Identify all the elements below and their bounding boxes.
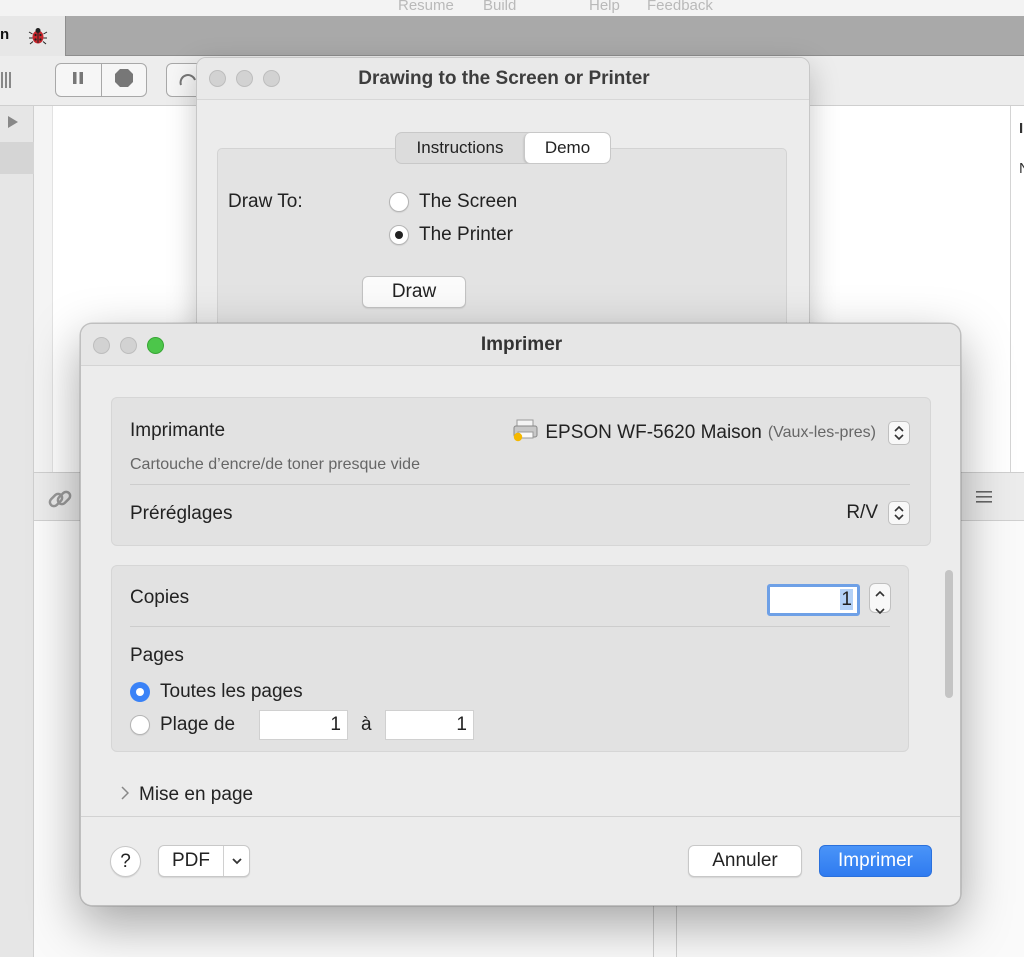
hamburger-menu-icon[interactable] bbox=[976, 490, 992, 508]
radio-the-screen[interactable]: The Screen bbox=[389, 191, 517, 213]
chevron-down-icon[interactable] bbox=[223, 846, 249, 876]
printer-name: EPSON WF-5620 Maison bbox=[545, 421, 762, 443]
library-icon[interactable] bbox=[0, 71, 12, 94]
range-label: Plage de bbox=[160, 714, 236, 735]
demo-tab-control: Instructions Demo bbox=[395, 132, 611, 164]
radio-button-unchecked[interactable] bbox=[130, 715, 150, 735]
printer-select[interactable]: EPSON WF-5620 Maison (Vaux-les-pres) bbox=[513, 418, 910, 447]
radio-the-screen-label: The Screen bbox=[419, 191, 518, 212]
radio-the-printer[interactable]: The Printer bbox=[389, 224, 513, 246]
all-pages-label: Toutes les pages bbox=[160, 681, 303, 702]
print-button[interactable]: Imprimer bbox=[819, 845, 932, 877]
run-controls bbox=[55, 63, 147, 97]
printer-card: Imprimante EPSON WF-5620 Maison (Vaux-le… bbox=[111, 397, 931, 546]
draw-button[interactable]: Draw bbox=[362, 276, 466, 308]
radio-button-checked[interactable] bbox=[389, 225, 409, 245]
minimize-button[interactable] bbox=[120, 337, 137, 354]
radio-button-checked[interactable] bbox=[130, 682, 150, 702]
print-dialog-footer: ? PDF Annuler Imprimer bbox=[81, 816, 960, 905]
radio-page-range[interactable]: Plage de bbox=[130, 714, 235, 736]
menu-help[interactable]: Help bbox=[589, 0, 620, 14]
layout-disclosure[interactable]: Mise en page bbox=[121, 784, 253, 806]
bug-icon bbox=[28, 27, 48, 50]
scrollbar-thumb[interactable] bbox=[945, 570, 953, 698]
range-to-input[interactable]: 1 bbox=[385, 710, 474, 740]
radio-the-printer-label: The Printer bbox=[419, 224, 513, 245]
range-to-label: à bbox=[361, 714, 372, 735]
presets-label: Préréglages bbox=[130, 503, 233, 524]
chevron-up-down-icon[interactable] bbox=[888, 420, 910, 445]
copies-pages-card: Copies 1 Pages Toutes les pages Plage de… bbox=[111, 565, 909, 752]
zoom-button[interactable] bbox=[263, 70, 280, 87]
copies-stepper[interactable] bbox=[869, 583, 891, 615]
navigator-sidebar bbox=[0, 106, 34, 957]
stop-button[interactable] bbox=[100, 64, 147, 96]
menu-bar: Resume Build Help Feedback bbox=[0, 0, 1024, 16]
pages-label: Pages bbox=[130, 645, 184, 666]
stop-icon bbox=[114, 68, 134, 93]
zoom-button[interactable] bbox=[147, 337, 164, 354]
close-button[interactable] bbox=[93, 337, 110, 354]
demo-window-controls bbox=[209, 70, 280, 87]
pause-button[interactable] bbox=[56, 64, 101, 96]
chevron-right-icon bbox=[121, 785, 130, 805]
ide-tab-label: n bbox=[0, 26, 10, 43]
printer-status: Cartouche d’encre/de toner presque vide bbox=[130, 456, 420, 473]
inspector-label-cut: I bbox=[1019, 120, 1024, 137]
copies-input[interactable]: 1 bbox=[767, 584, 860, 616]
menu-resume[interactable]: Resume bbox=[398, 0, 454, 14]
pdf-menu-button[interactable]: PDF bbox=[158, 845, 250, 877]
navigator-selected-row[interactable] bbox=[0, 142, 34, 174]
copies-value: 1 bbox=[840, 589, 853, 610]
ide-tab-bar: n bbox=[0, 16, 1024, 56]
print-dialog-controls bbox=[93, 337, 164, 354]
radio-all-pages[interactable]: Toutes les pages bbox=[130, 681, 303, 703]
ide-tab-active[interactable]: n bbox=[0, 16, 66, 56]
pdf-label: PDF bbox=[172, 850, 210, 871]
scrollbar[interactable] bbox=[941, 566, 956, 816]
demo-window-title: Drawing to the Screen or Printer bbox=[197, 58, 809, 100]
chevron-up-down-icon[interactable] bbox=[888, 501, 910, 525]
disclosure-triangle-icon[interactable] bbox=[7, 115, 19, 134]
separator bbox=[130, 484, 910, 485]
separator bbox=[130, 626, 890, 627]
inspector-label-cut-2: N bbox=[1019, 160, 1024, 177]
link-icon[interactable] bbox=[45, 484, 75, 519]
tab-demo[interactable]: Demo bbox=[524, 133, 610, 163]
layout-section-label: Mise en page bbox=[139, 784, 254, 805]
presets-value: R/V bbox=[846, 502, 878, 523]
help-button[interactable]: ? bbox=[110, 846, 141, 877]
inspector-pane: I N bbox=[1010, 106, 1024, 472]
printer-label: Imprimante bbox=[130, 420, 226, 441]
presets-select[interactable]: R/V bbox=[846, 501, 910, 525]
printer-location: (Vaux-les-pres) bbox=[767, 423, 876, 441]
printer-icon bbox=[513, 418, 539, 447]
chevron-down-icon[interactable] bbox=[875, 602, 885, 620]
draw-to-label: Draw To: bbox=[228, 191, 303, 212]
cancel-button[interactable]: Annuler bbox=[688, 845, 802, 877]
range-from-input[interactable]: 1 bbox=[259, 710, 348, 740]
copies-label: Copies bbox=[130, 587, 190, 608]
menu-feedback[interactable]: Feedback bbox=[647, 0, 713, 14]
editor-gutter bbox=[34, 106, 53, 486]
minimize-button[interactable] bbox=[236, 70, 253, 87]
chevron-up-icon[interactable] bbox=[875, 584, 885, 602]
close-button[interactable] bbox=[209, 70, 226, 87]
tab-instructions[interactable]: Instructions bbox=[396, 133, 524, 163]
print-dialog: Imprimer Imprimante EPSON WF-5620 Maison… bbox=[80, 323, 961, 906]
print-dialog-title: Imprimer bbox=[81, 324, 960, 366]
pause-icon bbox=[71, 71, 85, 90]
radio-button-unchecked[interactable] bbox=[389, 192, 409, 212]
menu-build[interactable]: Build bbox=[483, 0, 516, 14]
print-options-scroll-area[interactable]: Imprimante EPSON WF-5620 Maison (Vaux-le… bbox=[81, 366, 960, 816]
